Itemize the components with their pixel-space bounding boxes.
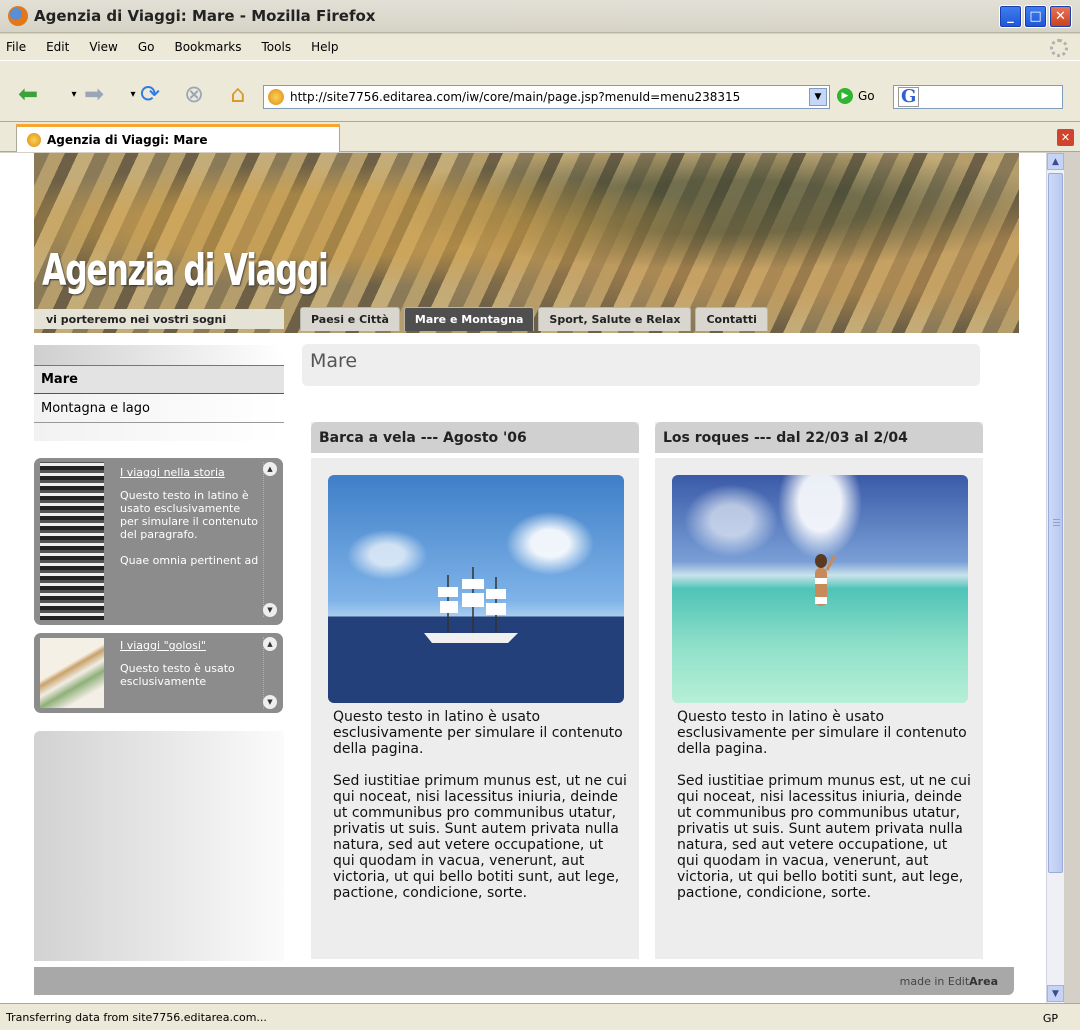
side-item-mare[interactable]: Mare (34, 365, 284, 394)
news-box-golosi: I viaggi "golosi" Questo testo è usato e… (34, 633, 283, 713)
site-banner: Agenzia di Viaggi vi porteremo nei vostr… (34, 153, 1019, 333)
menu-go[interactable]: Go (138, 40, 155, 54)
food-thumbnail[interactable] (40, 638, 104, 708)
go-button[interactable]: ▶ Go (837, 88, 875, 104)
site-tagline: vi porteremo nei vostri sogni (34, 309, 284, 329)
article-paragraph: Sed iustitiae primum munus est, ut ne cu… (677, 773, 971, 901)
news-box-storia-body: I viaggi nella storia Questo testo in la… (120, 466, 260, 567)
top-navigation: Paesi e Città Mare e Montagna Sport, Sal… (300, 307, 768, 331)
page-viewport: Agenzia di Viaggi vi porteremo nei vostr… (0, 153, 1064, 1003)
article-paragraph: Questo testo in latino è usato esclusiva… (677, 709, 967, 757)
tab-favicon-icon (27, 132, 41, 147)
news-link-storia[interactable]: I viaggi nella storia (120, 466, 260, 479)
scroll-up-icon[interactable]: ▲ (263, 637, 277, 651)
tab-active[interactable]: Agenzia di Viaggi: Mare (16, 124, 340, 152)
news-box-scrollbar[interactable]: ▲ ▼ (263, 462, 277, 617)
swimmer-figure-icon (815, 554, 837, 606)
go-arrow-icon: ▶ (837, 88, 853, 104)
navigation-toolbar: ⬅ ▾ ➡ ▾ ⟳ ⊗ ⌂ http://site7756.editarea.c… (0, 60, 1080, 122)
article-title-losroques[interactable]: Los roques --- dal 22/03 al 2/04 (655, 422, 983, 458)
ship-icon (424, 567, 518, 643)
scroll-down-icon[interactable]: ▼ (263, 603, 277, 617)
window-controls: _ □ ✕ (999, 5, 1072, 28)
news-text-storia-more: Quae omnia pertinent ad (120, 554, 259, 567)
throbber-icon (1050, 39, 1068, 57)
menu-view[interactable]: View (89, 40, 117, 54)
article-paragraph: Questo testo in latino è usato esclusiva… (333, 709, 623, 757)
home-icon[interactable]: ⌂ (222, 80, 254, 108)
article-body-losroques: Questo testo in latino è usato esclusiva… (677, 709, 972, 917)
beach-woman-photo[interactable] (672, 475, 968, 703)
page-title: Mare (302, 344, 980, 386)
status-text: Transferring data from site7756.editarea… (6, 1010, 267, 1024)
sailing-ship-photo[interactable] (328, 475, 624, 703)
scroll-down-icon[interactable]: ▼ (263, 695, 277, 709)
article-paragraph: Sed iustitiae primum munus est, ut ne cu… (333, 773, 627, 901)
minimize-button[interactable]: _ (999, 5, 1022, 28)
tab-bar: Agenzia di Viaggi: Mare (0, 122, 1080, 152)
side-menu-header (34, 345, 284, 365)
menu-edit[interactable]: Edit (46, 40, 69, 54)
news-box-storia: I viaggi nella storia Questo testo in la… (34, 458, 283, 625)
sidebar-background (34, 731, 284, 961)
address-url: http://site7756.editarea.com/iw/core/mai… (290, 90, 741, 104)
footer-prefix: made in Edit (899, 974, 970, 988)
page-container: Agenzia di Viaggi vi porteremo nei vostr… (34, 153, 1019, 1003)
close-tab-icon[interactable]: ✕ (1057, 129, 1074, 146)
go-label: Go (858, 89, 875, 103)
window-titlebar: Agenzia di Viaggi: Mare - Mozilla Firefo… (0, 0, 1080, 33)
site-footer: made in EditArea (34, 967, 1014, 995)
footer-brand: Area (969, 974, 998, 988)
menu-tools[interactable]: Tools (262, 40, 292, 54)
topnav-sport-salute-relax[interactable]: Sport, Salute e Relax (538, 307, 692, 331)
article-title-barca[interactable]: Barca a vela --- Agosto '06 (311, 422, 639, 458)
news-box-scrollbar-2[interactable]: ▲ ▼ (263, 637, 277, 709)
status-bar: Transferring data from site7756.editarea… (0, 1003, 1080, 1030)
news-link-golosi[interactable]: I viaggi "golosi" (120, 639, 260, 652)
topnav-mare-montagna[interactable]: Mare e Montagna (403, 307, 535, 331)
tab-title: Agenzia di Viaggi: Mare (47, 132, 208, 147)
topnav-contatti[interactable]: Contatti (695, 307, 768, 331)
topnav-paesi-citta[interactable]: Paesi e Città (300, 307, 400, 331)
url-dropdown-icon[interactable]: ▼ (809, 88, 827, 106)
scroll-down-arrow-icon[interactable]: ▼ (1047, 985, 1064, 1002)
window-title: Agenzia di Viaggi: Mare - Mozilla Firefo… (34, 7, 376, 25)
menu-file[interactable]: File (6, 40, 26, 54)
menu-bookmarks[interactable]: Bookmarks (174, 40, 241, 54)
scroll-up-icon[interactable]: ▲ (263, 462, 277, 476)
status-indicator[interactable]: GP (1043, 1012, 1058, 1025)
article-card-barca: Barca a vela --- Agosto '06 Questo testo… (311, 422, 639, 959)
scroll-grip-icon (1053, 519, 1060, 527)
article-body-barca: Questo testo in latino è usato esclusiva… (333, 709, 628, 917)
address-bar[interactable]: http://site7756.editarea.com/iw/core/mai… (263, 85, 830, 109)
scroll-thumb[interactable] (1048, 173, 1063, 873)
stop-icon[interactable]: ⊗ (178, 80, 210, 108)
maximize-button[interactable]: □ (1024, 5, 1047, 28)
news-box-golosi-body: I viaggi "golosi" Questo testo è usato e… (120, 639, 260, 688)
footer-credit[interactable]: made in EditArea (900, 975, 998, 988)
scroll-up-arrow-icon[interactable]: ▲ (1047, 153, 1064, 170)
site-logo[interactable]: Agenzia di Viaggi (42, 245, 329, 296)
article-card-losroques: Los roques --- dal 22/03 al 2/04 Questo … (655, 422, 983, 959)
reload-icon[interactable]: ⟳ (134, 80, 166, 108)
menu-bar: File Edit View Go Bookmarks Tools Help (0, 34, 1080, 60)
forward-arrow-icon[interactable]: ➡ (78, 80, 110, 108)
side-item-montagna-lago[interactable]: Montagna e lago (34, 394, 284, 423)
menu-help[interactable]: Help (311, 40, 338, 54)
site-favicon-icon (268, 89, 284, 105)
back-arrow-icon[interactable]: ⬅ (12, 80, 44, 108)
news-text-golosi: Questo testo è usato esclusivamente (120, 662, 235, 688)
column-thumbnail[interactable] (40, 462, 104, 620)
page-scrollbar[interactable]: ▲ ▼ (1046, 153, 1064, 1003)
firefox-logo-icon (8, 6, 28, 26)
google-search-icon: G (898, 87, 920, 107)
side-menu: Mare Montagna e lago (34, 345, 284, 441)
search-box[interactable]: G (893, 85, 1063, 109)
news-text-storia: Questo testo in latino è usato esclusiva… (120, 489, 259, 541)
close-window-button[interactable]: ✕ (1049, 5, 1072, 28)
